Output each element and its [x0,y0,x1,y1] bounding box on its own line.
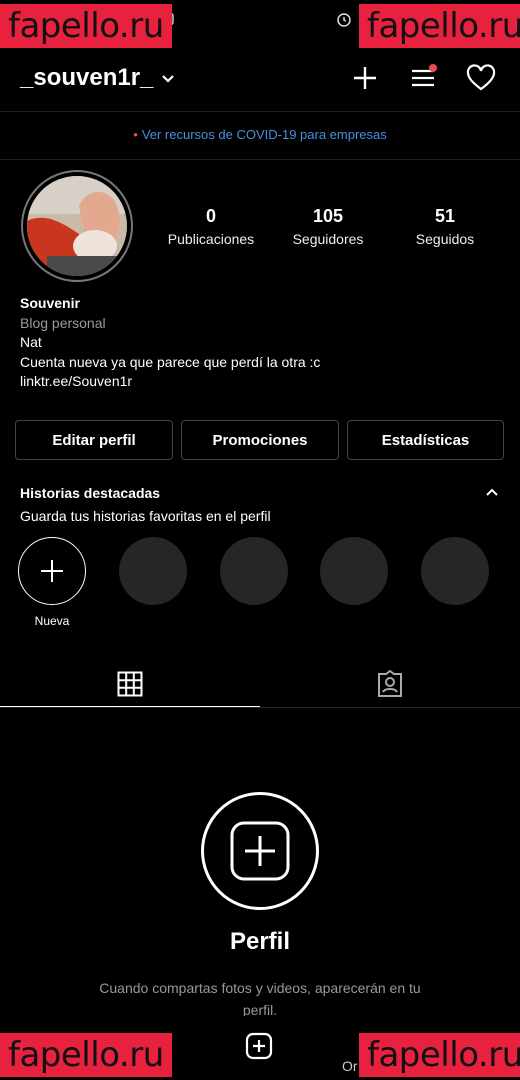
stat-following[interactable]: 51 Seguidos [385,206,505,247]
username: _souven1r_ [20,64,154,91]
stat-label: Seguidores [292,231,364,247]
bullet-icon: • [133,127,138,142]
tagged-icon [378,670,402,697]
stat-value: 51 [434,206,456,226]
chevron-down-icon [162,75,175,83]
stat-value: 0 [205,206,216,226]
heart-icon [466,64,496,91]
avatar-image [27,176,127,276]
insights-button[interactable]: Estadísticas [347,420,504,460]
highlights-title: Historias destacadas [20,485,161,501]
profile-header: _souven1r_ [0,50,520,110]
stat-posts[interactable]: 0 Publicaciones [151,206,271,247]
highlight-placeholder [220,537,288,605]
activity-button[interactable] [465,62,497,94]
plus-icon [354,67,376,89]
stat-label: Publicaciones [167,231,255,247]
stat-followers[interactable]: 105 Seguidores [268,206,388,247]
new-highlight-button[interactable] [18,537,86,605]
watermark: fapello.ru [359,1033,520,1077]
covid-banner[interactable]: • Ver recursos de COVID-19 para empresas [0,112,520,158]
highlights-subtitle: Guarda tus historias favoritas en el per… [20,508,271,524]
profile-category: Blog personal [20,314,106,331]
bio-link[interactable]: linktr.ee/Souven1r [20,372,320,392]
create-post-button[interactable] [201,792,319,910]
plus-icon [41,560,63,582]
add-post-icon [230,821,290,881]
account-switcher[interactable]: _souven1r_ [20,64,177,92]
menu-icon [412,64,437,87]
add-post-icon[interactable] [245,1032,273,1060]
tab-tagged[interactable] [260,660,520,708]
profile-name: Souvenir [20,295,80,311]
empty-state-text: Cuando compartas fotos y videos, aparece… [99,980,421,1018]
divider [0,707,520,708]
highlight-placeholder [320,537,388,605]
alarm-icon [337,13,351,27]
profile-avatar[interactable] [21,170,133,282]
bio-line: Cuenta nueva ya que parece que perdí la … [20,353,321,370]
profile-bio: Souvenir Blog personal Nat Cuenta nueva … [20,294,320,392]
stat-label: Seguidos [415,231,475,247]
highlight-placeholder [119,537,187,605]
nav-label: Or [342,1058,358,1074]
divider [0,159,520,160]
edit-profile-button[interactable]: Editar perfil [15,420,173,460]
new-highlight-label: Nueva [34,614,70,628]
menu-button[interactable] [407,62,439,94]
chevron-up-icon[interactable] [484,484,500,500]
bio-line: Nat [20,334,42,350]
promotions-button[interactable]: Promociones [181,420,339,460]
highlight-placeholder [421,537,489,605]
tab-grid[interactable] [0,660,260,708]
covid-link[interactable]: Ver recursos de COVID-19 para empresas [142,127,387,142]
empty-state-title: Perfil [229,928,291,955]
watermark: fapello.ru [0,4,172,48]
watermark: fapello.ru [0,1033,172,1077]
grid-icon [117,671,143,697]
create-button[interactable] [349,62,381,94]
watermark: fapello.ru [359,4,520,48]
stat-value: 105 [312,206,344,226]
